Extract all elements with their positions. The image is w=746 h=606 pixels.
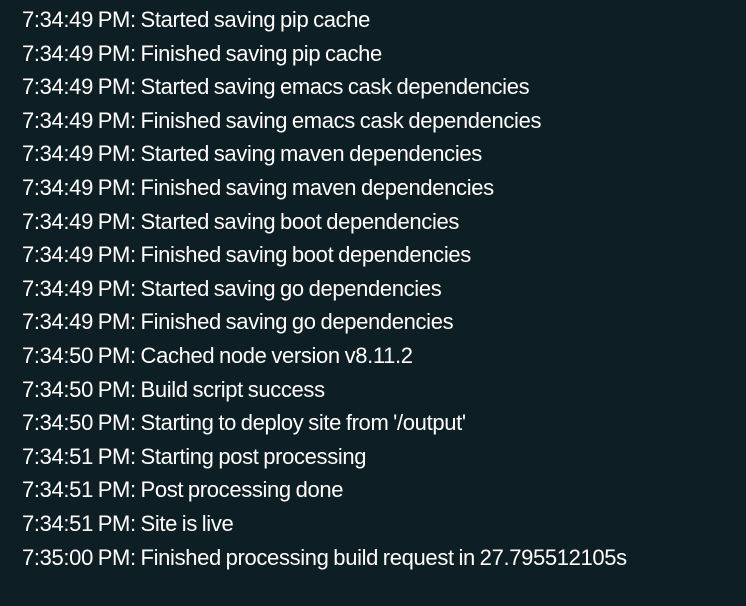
log-line: 7:34:49 PM: Started saving maven depende… [22,141,482,167]
log-line: 7:34:49 PM: Started saving emacs cask de… [22,74,530,100]
log-line: 7:34:49 PM: Started saving boot dependen… [22,208,460,234]
log-line: 7:34:49 PM: Finished saving emacs cask d… [22,107,542,133]
log-line: 7:34:50 PM: Build script success [22,376,325,402]
log-line: 7:34:51 PM: Site is live [22,510,234,536]
deploy-log-panel[interactable]: 7:34:49 PM: Started saving pip cache 7:3… [0,0,746,606]
log-line: 7:35:00 PM: Finished processing build re… [22,544,627,570]
log-line: 7:34:49 PM: Finished saving boot depende… [22,242,471,268]
log-line: 7:34:49 PM: Finished saving pip cache [22,40,382,66]
log-line: 7:34:50 PM: Starting to deploy site from… [22,410,466,436]
log-line: 7:34:49 PM: Started saving pip cache [22,7,371,32]
log-line: 7:34:49 PM: Finished saving maven depend… [22,174,494,200]
log-line: 7:34:49 PM: Started saving go dependenci… [22,275,442,301]
log-line: 7:34:49 PM: Finished saving go dependenc… [22,309,454,335]
deploy-log: 7:34:49 PM: Started saving pip cache 7:3… [22,3,627,574]
log-line: 7:34:51 PM: Post processing done [22,477,344,503]
log-line: 7:34:51 PM: Starting post processing [22,443,367,469]
log-line: 7:34:50 PM: Cached node version v8.11.2 [22,342,413,368]
